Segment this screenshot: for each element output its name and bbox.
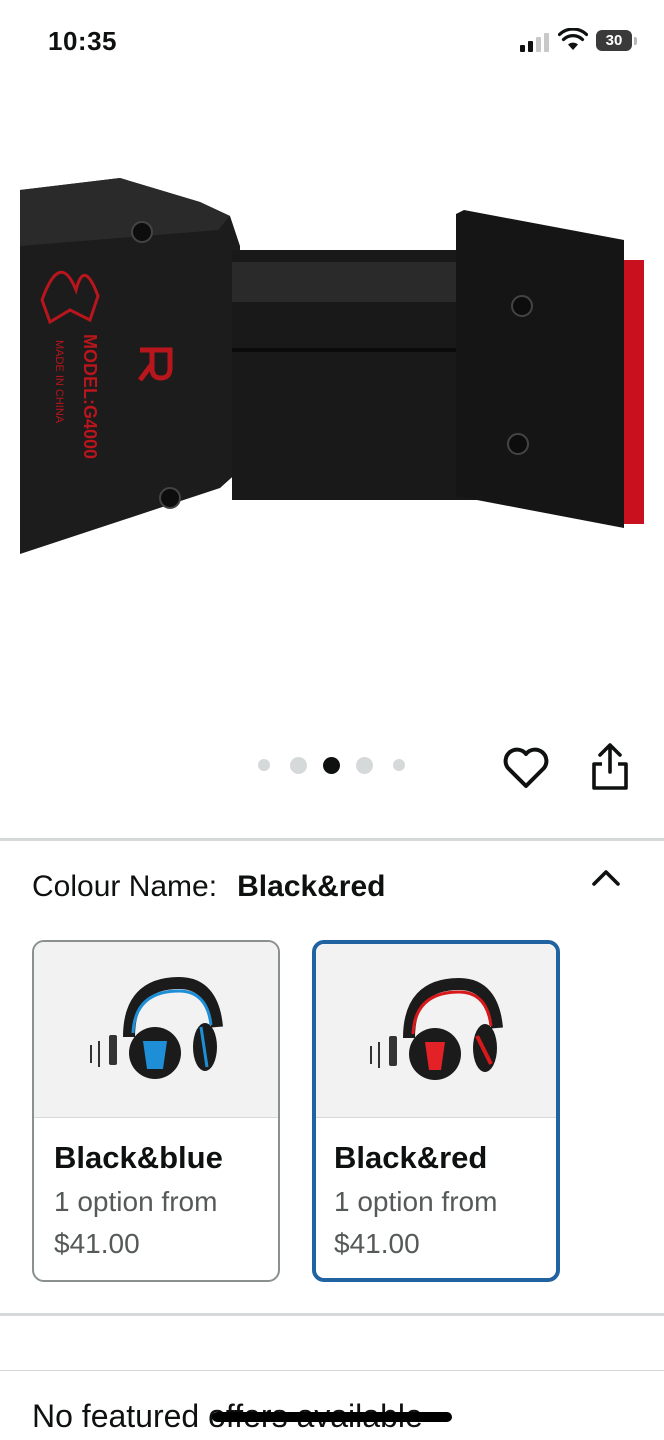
- status-time: 10:35: [48, 26, 117, 56]
- product-made-in-text: MADE IN CHINA: [53, 340, 65, 424]
- status-bar: 10:35 30: [0, 0, 664, 84]
- carousel-dot[interactable]: [393, 759, 405, 771]
- carousel-dot[interactable]: [290, 756, 307, 774]
- battery-cap: [634, 37, 637, 45]
- colour-option-name: Black&red: [334, 1140, 488, 1175]
- colour-selected-value: Black&red: [237, 870, 386, 903]
- colour-option-price: $41.00: [334, 1228, 420, 1259]
- colour-option-price: $41.00: [54, 1228, 140, 1259]
- signal-icon: [520, 32, 552, 52]
- colour-option-image: [34, 942, 278, 1118]
- share-icon[interactable]: [588, 742, 632, 792]
- carousel-dot[interactable]: [356, 756, 373, 774]
- section-divider: [0, 838, 664, 841]
- strikethrough-mark: [212, 1412, 452, 1422]
- chevron-up-icon[interactable]: [588, 864, 624, 892]
- headset-thumbnail: [90, 976, 223, 1079]
- product-image[interactable]: MODEL:G4000 MADE IN CHINA: [20, 150, 644, 570]
- section-divider: [0, 1370, 664, 1371]
- colour-option-subtitle: 1 option from: [334, 1186, 498, 1217]
- headset-thumbnail: [370, 977, 503, 1080]
- colour-label-text: Colour Name:: [32, 870, 218, 903]
- product-model-text: MODEL:G4000: [80, 334, 100, 459]
- carousel-dot[interactable]: [258, 759, 270, 771]
- carousel-dots[interactable]: [258, 755, 405, 775]
- colour-option-name: Black&blue: [54, 1140, 223, 1175]
- heart-icon[interactable]: [502, 744, 550, 792]
- colour-name-label: Colour Name: Black&red: [32, 870, 385, 904]
- colour-option-subtitle: 1 option from: [54, 1186, 218, 1217]
- colour-option-image: [316, 944, 556, 1118]
- colour-option-black-red[interactable]: Black&red 1 option from $41.00: [312, 940, 560, 1282]
- colour-option-black-blue[interactable]: Black&blue 1 option from $41.00: [32, 940, 280, 1282]
- carousel-dot-active[interactable]: [323, 756, 340, 774]
- section-divider: [0, 1313, 664, 1316]
- wifi-icon: [558, 28, 588, 50]
- battery-icon: 30: [596, 30, 632, 51]
